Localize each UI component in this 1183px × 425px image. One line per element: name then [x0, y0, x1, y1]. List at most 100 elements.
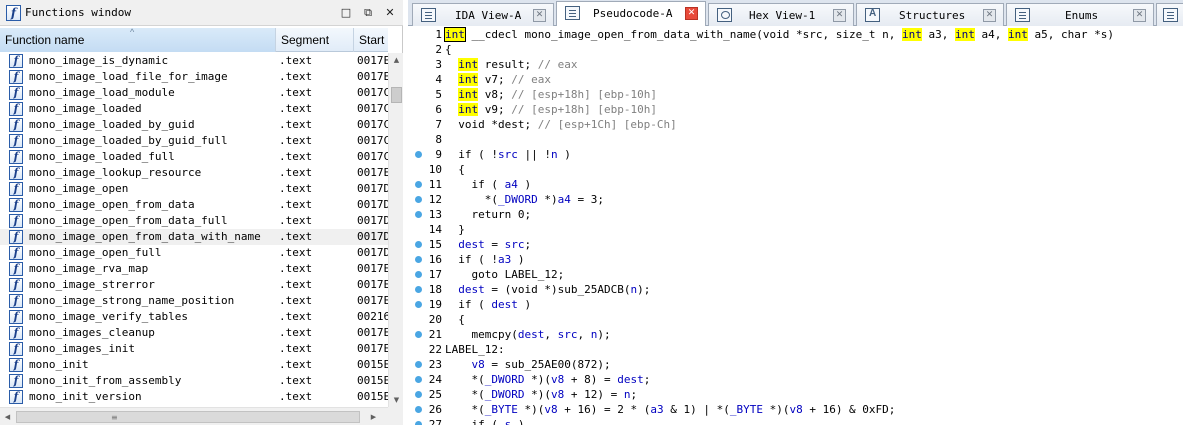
pseudocode-editor[interactable]: 1 int __cdecl mono_image_open_from_data_w…	[408, 27, 1183, 425]
tab-ida-view-a[interactable]: IDA View-A ✕	[412, 3, 554, 26]
column-header-function-name[interactable]: ^ Function name	[0, 28, 276, 52]
function-row[interactable]: f mono_init_from_assembly .text 0015E	[0, 373, 388, 389]
column-header-segment[interactable]: Segment	[276, 28, 354, 52]
function-row[interactable]: f mono_image_loaded .text 0017C	[0, 101, 388, 117]
breakpoint-dot-icon[interactable]	[415, 331, 422, 338]
function-row[interactable]: f mono_image_loaded_by_guid_full .text 0017…	[0, 133, 388, 149]
function-row[interactable]: f mono_image_open_from_data .text 0017D	[0, 197, 388, 213]
function-row[interactable]: f mono_image_lookup_resource .text 0017E	[0, 165, 388, 181]
function-row[interactable]: f mono_image_is_dynamic .text 0017E	[0, 53, 388, 69]
scroll-right-icon[interactable]: ▶	[366, 408, 381, 425]
breakpoint-dot-icon[interactable]	[415, 406, 422, 413]
code-line[interactable]: 22 LABEL_12:	[408, 342, 1183, 357]
breakpoint-dot-icon[interactable]	[415, 301, 422, 308]
function-row[interactable]: f mono_image_open .text 0017D	[0, 181, 388, 197]
function-row[interactable]: f mono_images_cleanup .text 0017E	[0, 325, 388, 341]
function-row[interactable]: f mono_image_open_full .text 0017D	[0, 245, 388, 261]
function-icon: f	[9, 182, 23, 196]
code-line[interactable]: 16 if ( !a3 )	[408, 252, 1183, 267]
breakpoint-dot-icon[interactable]	[415, 376, 422, 383]
function-row[interactable]: f mono_image_loaded_full .text 0017C	[0, 149, 388, 165]
code-line[interactable]: 8	[408, 132, 1183, 147]
code-text: int result; // eax	[458, 58, 578, 71]
code-line[interactable]: 6 int v9; // [esp+18h] [ebp-10h]	[408, 102, 1183, 117]
column-header-start[interactable]: Start	[354, 28, 388, 52]
tab-pseudocode-a[interactable]: Pseudocode-A ✕	[556, 1, 706, 26]
code-line[interactable]: 10 {	[408, 162, 1183, 177]
tab-enums[interactable]: Enums ✕	[1006, 3, 1154, 26]
function-row[interactable]: f mono_image_verify_tables .text 00216	[0, 309, 388, 325]
code-line[interactable]: 7 void *dest; // [esp+1Ch] [ebp-Ch]	[408, 117, 1183, 132]
code-line[interactable]: 24 *(_DWORD *)(v8 + 8) = dest;	[408, 372, 1183, 387]
code-line[interactable]: 19 if ( dest )	[408, 297, 1183, 312]
breakpoint-dot-icon[interactable]	[415, 286, 422, 293]
code-line[interactable]: 21 memcpy(dest, src, n);	[408, 327, 1183, 342]
tab-label: Enums	[1065, 9, 1099, 22]
function-row[interactable]: f mono_images_init .text 0017E	[0, 341, 388, 357]
scroll-up-icon[interactable]: ▲	[389, 53, 404, 67]
breakpoint-dot-icon[interactable]	[415, 211, 422, 218]
function-row[interactable]: f mono_init_version .text 0015E	[0, 389, 388, 405]
breakpoint-dot-icon[interactable]	[415, 271, 422, 278]
code-line[interactable]: 17 goto LABEL_12;	[408, 267, 1183, 282]
line-number: 27	[428, 418, 442, 425]
tab-hex-view-1[interactable]: Hex View-1 ✕	[708, 3, 854, 26]
function-row[interactable]: f mono_image_strong_name_position .text 001…	[0, 293, 388, 309]
function-row[interactable]: f mono_image_open_from_data_with_name .tex…	[0, 229, 388, 245]
code-line[interactable]: 11 if ( a4 )	[408, 177, 1183, 192]
tab-label: IDA View-A	[455, 9, 522, 22]
code-text: int v9; // [esp+18h] [ebp-10h]	[458, 103, 657, 116]
close-tab-icon[interactable]: ✕	[983, 9, 996, 22]
code-line[interactable]: 14 }	[408, 222, 1183, 237]
function-icon: f	[9, 214, 23, 228]
breakpoint-dot-icon[interactable]	[415, 151, 422, 158]
code-line[interactable]: 9 if ( !src || !n )	[408, 147, 1183, 162]
breakpoint-dot-icon[interactable]	[415, 181, 422, 188]
scroll-left-icon[interactable]: ◀	[0, 408, 15, 425]
code-line[interactable]: 1 int __cdecl mono_image_open_from_data_w…	[408, 27, 1183, 42]
code-line[interactable]: 20 {	[408, 312, 1183, 327]
horizontal-scrollbar[interactable]: ◀ ≡ ▶	[0, 407, 388, 425]
code-line[interactable]: 18 dest = (void *)sub_25ADCB(n);	[408, 282, 1183, 297]
breakpoint-dot-icon[interactable]	[415, 361, 422, 368]
tab-overflow[interactable]	[1156, 3, 1183, 26]
code-line[interactable]: 12 *(_DWORD *)a4 = 3;	[408, 192, 1183, 207]
scroll-down-icon[interactable]: ▼	[389, 393, 404, 407]
breakpoint-dot-icon[interactable]	[415, 421, 422, 425]
breakpoint-dot-icon[interactable]	[415, 241, 422, 248]
close-tab-icon[interactable]: ✕	[533, 9, 546, 22]
code-line[interactable]: 3 int result; // eax	[408, 57, 1183, 72]
code-line[interactable]: 26 *(_BYTE *)(v8 + 16) = 2 * (a3 & 1) | …	[408, 402, 1183, 417]
function-row[interactable]: f mono_init .text 0015E	[0, 357, 388, 373]
close-icon[interactable]: ✕	[383, 6, 397, 20]
tab-structures[interactable]: Structures ✕	[856, 3, 1004, 26]
function-segment: .text	[279, 182, 313, 195]
code-line[interactable]: 2{	[408, 42, 1183, 57]
code-line[interactable]: 25 *(_DWORD *)(v8 + 12) = n;	[408, 387, 1183, 402]
function-row[interactable]: f mono_image_loaded_by_guid .text 0017C	[0, 117, 388, 133]
minimize-icon[interactable]: □	[339, 6, 353, 20]
close-tab-icon[interactable]: ✕	[1133, 9, 1146, 22]
restore-icon[interactable]: ⧉	[361, 6, 375, 20]
code-line[interactable]: 23 v8 = sub_25AE00(872);	[408, 357, 1183, 372]
close-tab-icon[interactable]: ✕	[685, 7, 698, 20]
scrollbar-thumb[interactable]	[391, 87, 402, 103]
breakpoint-dot-icon[interactable]	[415, 196, 422, 203]
scrollbar-thumb[interactable]: ≡	[16, 411, 360, 423]
ida-view-icon	[421, 8, 436, 22]
code-line[interactable]: 5 int v8; // [esp+18h] [ebp-10h]	[408, 87, 1183, 102]
function-row[interactable]: f mono_image_rva_map .text 0017E	[0, 261, 388, 277]
code-line[interactable]: 15 dest = src;	[408, 237, 1183, 252]
function-row[interactable]: f mono_image_open_from_data_full .text 0017…	[0, 213, 388, 229]
function-row[interactable]: f mono_image_strerror .text 0017E	[0, 277, 388, 293]
breakpoint-dot-icon[interactable]	[415, 256, 422, 263]
function-row[interactable]: f mono_image_load_module .text 0017C	[0, 85, 388, 101]
code-line[interactable]: 27 if ( s )	[408, 417, 1183, 425]
code-line[interactable]: 13 return 0;	[408, 207, 1183, 222]
close-tab-icon[interactable]: ✕	[833, 9, 846, 22]
line-number: 9	[435, 148, 442, 161]
code-line[interactable]: 4 int v7; // eax	[408, 72, 1183, 87]
function-row[interactable]: f mono_image_load_file_for_image .text 0017…	[0, 69, 388, 85]
vertical-scrollbar[interactable]: ▲ ▼	[388, 53, 403, 407]
breakpoint-dot-icon[interactable]	[415, 391, 422, 398]
